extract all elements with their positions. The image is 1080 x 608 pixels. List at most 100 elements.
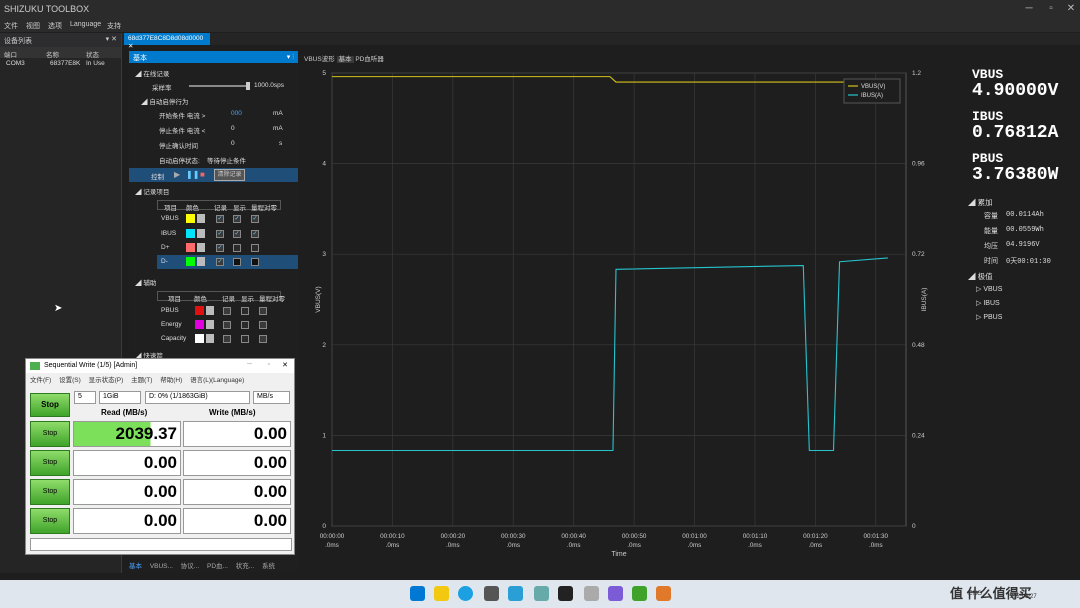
capacity-record-checkbox[interactable] bbox=[223, 335, 231, 343]
ctab-vbus-wave[interactable]: VBUS波形 bbox=[304, 56, 335, 63]
menu-file[interactable]: 文件 bbox=[4, 21, 18, 31]
section-extreme[interactable]: ◢ 极值 bbox=[968, 271, 993, 282]
dminus-color-swatch[interactable] bbox=[186, 257, 195, 266]
confirm-input[interactable]: 0 bbox=[231, 140, 235, 147]
app-icon[interactable] bbox=[508, 586, 523, 601]
file-explorer-icon[interactable] bbox=[434, 586, 449, 601]
app-icon[interactable] bbox=[534, 586, 549, 601]
btab-vbus[interactable]: VBUS... bbox=[150, 563, 173, 570]
energy-record-checkbox[interactable] bbox=[223, 321, 231, 329]
pbus-color-button[interactable] bbox=[206, 306, 214, 315]
cdm-close-icon[interactable]: ✕ bbox=[282, 361, 288, 369]
app-icon[interactable] bbox=[608, 586, 623, 601]
vbus-range-checkbox[interactable]: ✓ bbox=[251, 215, 259, 223]
start-cond-input[interactable]: 000 bbox=[231, 110, 242, 117]
capacity-range-checkbox[interactable] bbox=[259, 335, 267, 343]
section-auto-stop[interactable]: ◢ 自动启停行为 bbox=[141, 96, 188, 106]
cdm-menu-display[interactable]: 显示状态(P) bbox=[89, 377, 124, 384]
dminus-show-checkbox[interactable] bbox=[233, 258, 241, 266]
dplus-color-swatch[interactable] bbox=[186, 243, 195, 252]
capacity-color-button[interactable] bbox=[206, 334, 214, 343]
pbus-show-checkbox[interactable] bbox=[241, 307, 249, 315]
dplus-record-checkbox[interactable]: ✓ bbox=[216, 244, 224, 252]
vbus-color-button[interactable] bbox=[197, 214, 205, 223]
clear-record-button[interactable]: 清除记录 bbox=[214, 169, 245, 181]
cdm-row-stop-button[interactable]: Stop bbox=[30, 479, 70, 505]
minimize-icon[interactable]: ─ bbox=[1022, 2, 1036, 16]
chart-svg[interactable]: 0 1 2 3 4 5 0 0.24 0.48 0.72 0.96 1.2 00:00:00 .0ms 00… bbox=[300, 63, 930, 572]
menu-language[interactable]: Language bbox=[70, 21, 101, 28]
shizuku-icon[interactable] bbox=[656, 586, 671, 601]
section-aux[interactable]: ◢ 辅助 bbox=[135, 277, 156, 287]
cdm-row-stop-button[interactable]: Stop bbox=[30, 450, 70, 476]
dplus-color-button[interactable] bbox=[197, 243, 205, 252]
start-icon[interactable] bbox=[410, 586, 425, 601]
ctab-pd[interactable]: PD血听器 bbox=[355, 56, 384, 63]
stop-cond-input[interactable]: 0 bbox=[231, 125, 235, 132]
selected-row[interactable] bbox=[157, 255, 298, 269]
dminus-range-checkbox[interactable] bbox=[251, 258, 259, 266]
stop-icon[interactable]: ■ bbox=[200, 170, 205, 179]
pbus-record-checkbox[interactable] bbox=[223, 307, 231, 315]
btab-system[interactable]: 系统 bbox=[262, 563, 275, 570]
ctab-basic[interactable]: 基本 bbox=[336, 56, 354, 63]
section-record[interactable]: ◢ 在线记录 bbox=[135, 68, 169, 78]
cdm-menu-theme[interactable]: 主题(T) bbox=[131, 377, 152, 384]
crystaldiskmark-icon[interactable] bbox=[632, 586, 647, 601]
cdm-row-stop-button[interactable]: Stop bbox=[30, 421, 70, 447]
capacity-color-swatch[interactable] bbox=[195, 334, 204, 343]
energy-color-swatch[interactable] bbox=[195, 320, 204, 329]
maximize-icon[interactable]: ▫ bbox=[1044, 2, 1058, 16]
sample-rate-slider-handle[interactable] bbox=[246, 82, 250, 90]
vbus-show-checkbox[interactable]: ✓ bbox=[233, 215, 241, 223]
cdm-menu-language[interactable]: 语言(L)(Language) bbox=[190, 377, 244, 384]
menu-support[interactable]: 支持 bbox=[107, 21, 121, 31]
ibus-color-swatch[interactable] bbox=[186, 229, 195, 238]
dplus-show-checkbox[interactable] bbox=[233, 244, 241, 252]
pause-icon[interactable]: ❚❚ bbox=[186, 170, 199, 179]
cdm-stop-all-button[interactable]: Stop bbox=[30, 393, 70, 417]
panel-menu-icon[interactable]: ▾ ⫶ bbox=[287, 53, 294, 62]
cdm-minimize-icon[interactable]: ─ bbox=[247, 361, 252, 368]
dplus-range-checkbox[interactable] bbox=[251, 244, 259, 252]
app-icon[interactable] bbox=[584, 586, 599, 601]
close-icon[interactable]: ✕ bbox=[1064, 2, 1078, 16]
btab-protocol[interactable]: 协议... bbox=[181, 563, 199, 570]
btab-pd[interactable]: PD血... bbox=[207, 563, 228, 570]
cdm-comment-field[interactable] bbox=[30, 538, 292, 551]
pbus-range-checkbox[interactable] bbox=[259, 307, 267, 315]
pbus-color-swatch[interactable] bbox=[195, 306, 204, 315]
cdm-size-select[interactable]: 1GiB bbox=[99, 391, 141, 404]
dminus-record-checkbox[interactable]: ✓ bbox=[216, 258, 224, 266]
store-icon[interactable] bbox=[484, 586, 499, 601]
cdm-row-stop-button[interactable]: Stop bbox=[30, 508, 70, 534]
ext-ibus[interactable]: ▷ IBUS bbox=[976, 299, 1000, 307]
terminal-icon[interactable] bbox=[558, 586, 573, 601]
energy-range-checkbox[interactable] bbox=[259, 321, 267, 329]
cdm-menu-settings[interactable]: 设置(S) bbox=[59, 377, 81, 384]
energy-color-button[interactable] bbox=[206, 320, 214, 329]
btab-basic[interactable]: 基本 bbox=[129, 563, 142, 570]
section-accum[interactable]: ◢ 累加 bbox=[968, 197, 993, 208]
tab-close-icon[interactable]: ✕ bbox=[128, 43, 133, 50]
ibus-range-checkbox[interactable]: ✓ bbox=[251, 230, 259, 238]
cdm-menu-file[interactable]: 文件(F) bbox=[30, 377, 51, 384]
vbus-color-swatch[interactable] bbox=[186, 214, 195, 223]
cdm-menu-help[interactable]: 帮助(H) bbox=[160, 377, 182, 384]
table-row[interactable]: COM3 68377E8K In Use bbox=[0, 58, 121, 70]
panel-close-icon[interactable]: ▾ ✕ bbox=[106, 35, 117, 43]
ext-pbus[interactable]: ▷ PBUS bbox=[976, 313, 1002, 321]
energy-show-checkbox[interactable] bbox=[241, 321, 249, 329]
tab-device[interactable]: 68d377E8C8D8d08d0000 ✕ bbox=[124, 33, 210, 50]
btab-charge[interactable]: 状充... bbox=[236, 563, 254, 570]
cdm-count-select[interactable]: 5 bbox=[74, 391, 96, 404]
ibus-record-checkbox[interactable]: ✓ bbox=[216, 230, 224, 238]
menu-view[interactable]: 视图 bbox=[26, 21, 40, 31]
vbus-record-checkbox[interactable]: ✓ bbox=[216, 215, 224, 223]
sample-rate-slider-track[interactable] bbox=[189, 85, 249, 87]
cdm-drive-select[interactable]: D: 0% (1/1863GiB) bbox=[145, 391, 250, 404]
dminus-color-button[interactable] bbox=[197, 257, 205, 266]
capacity-show-checkbox[interactable] bbox=[241, 335, 249, 343]
ibus-show-checkbox[interactable]: ✓ bbox=[233, 230, 241, 238]
menu-options[interactable]: 选项 bbox=[48, 21, 62, 31]
